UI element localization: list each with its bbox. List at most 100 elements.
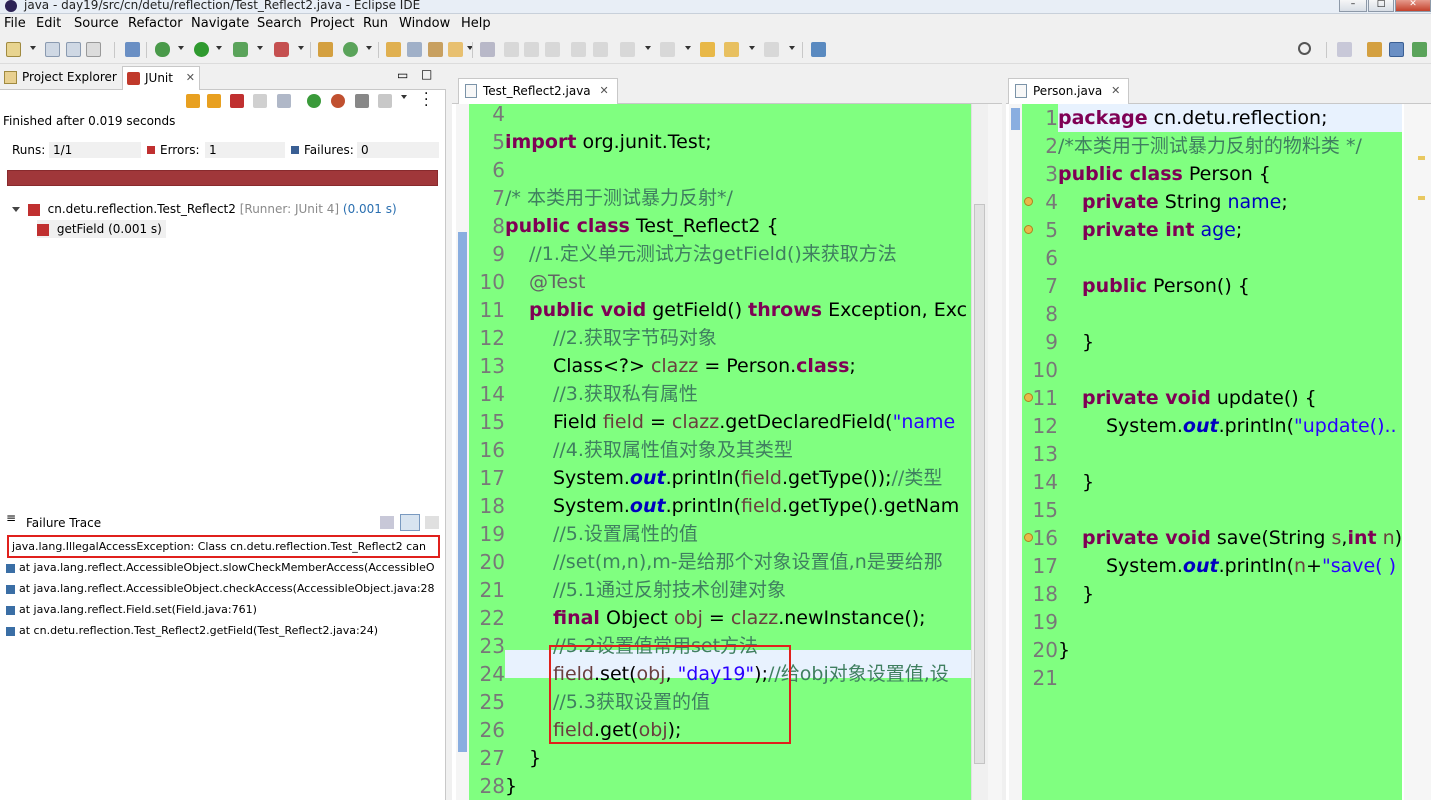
menu-refactor[interactable]: Refactor (128, 16, 183, 31)
test-error-icon (37, 223, 49, 236)
show-failures-only-icon[interactable] (230, 94, 244, 108)
next-failure-icon[interactable] (186, 94, 200, 108)
maximize-view-icon[interactable]: □ (421, 67, 432, 81)
rerun-test-icon[interactable] (307, 94, 321, 108)
new-java-class-icon[interactable] (343, 42, 358, 57)
new-java-project-icon[interactable] (318, 42, 333, 57)
filter-stack-icon[interactable] (400, 514, 420, 531)
forward-dropdown-icon[interactable] (789, 46, 795, 50)
next-annotation-dropdown-icon[interactable] (645, 46, 651, 50)
menu-search[interactable]: Search (257, 16, 302, 31)
annotation-icon[interactable] (448, 42, 463, 57)
menu-window[interactable]: Window (399, 16, 450, 31)
maximize-button[interactable]: □ (1368, 0, 1394, 12)
code-token: //2.获取字节码对象 (553, 327, 717, 349)
code-area[interactable]: package cn.detu.reflection; /*本类用于测试暴力反射的… (1058, 104, 1402, 800)
previous-failure-icon[interactable] (207, 94, 221, 108)
external-tools-dropdown-icon[interactable] (298, 46, 304, 50)
view-menu-icon[interactable]: · · · (424, 87, 428, 113)
trace-frame-row[interactable]: at cn.detu.reflection.Test_Reflect2.getF… (0, 620, 446, 641)
code-line: //4.获取属性值对象及其类型 (553, 436, 793, 464)
close-icon[interactable]: ✕ (186, 67, 195, 89)
back-icon[interactable] (724, 42, 739, 57)
new-icon[interactable] (6, 42, 21, 57)
menu-edit[interactable]: Edit (36, 16, 61, 31)
debug-icon[interactable] (155, 42, 170, 57)
run-icon[interactable] (194, 42, 209, 57)
trace-highlight-box (7, 535, 440, 558)
close-tab-icon[interactable]: ✕ (599, 79, 608, 103)
tab-person[interactable]: Person.java ✕ (1008, 78, 1130, 104)
menu-file[interactable]: File (4, 16, 26, 31)
editor-person: Person.java ✕ 1 2 3 4 5 6 7 8 9 10 11 12 13 14 15 16 17 1… (1006, 64, 1431, 800)
menu-help[interactable]: Help (461, 16, 491, 31)
search-icon[interactable] (1298, 42, 1311, 55)
java-perspective-icon[interactable] (1389, 42, 1404, 57)
minimize-view-icon[interactable]: ▭ (397, 68, 408, 82)
code-token: out (629, 467, 666, 489)
code-line: public class Test_Reflect2 { (505, 212, 779, 240)
search-toolbar-icon[interactable] (428, 42, 443, 57)
layout-icon[interactable] (277, 94, 291, 108)
trace-frame-row[interactable]: at java.lang.reflect.AccessibleObject.ch… (0, 578, 446, 599)
forward-icon[interactable] (764, 42, 779, 57)
history-icon[interactable] (378, 94, 392, 108)
toggle-block-icon[interactable] (504, 42, 519, 57)
tree-test-row[interactable]: getField (0.001 s) (37, 220, 166, 238)
java-ee-perspective-icon[interactable] (1367, 42, 1382, 57)
word-wrap-icon[interactable] (524, 42, 539, 57)
coverage-dropdown-icon[interactable] (257, 46, 263, 50)
trace-frame-row[interactable]: at java.lang.reflect.AccessibleObject.sl… (0, 557, 446, 578)
scrollbar-thumb[interactable] (974, 204, 985, 764)
history-dropdown-icon[interactable] (401, 95, 407, 99)
line-number: 13 (1032, 442, 1058, 466)
coverage-icon[interactable] (233, 42, 248, 57)
code-token: //类型 (891, 467, 943, 489)
back-dropdown-icon[interactable] (749, 46, 755, 50)
trace-frame-row[interactable]: at java.lang.reflect.Field.set(Field.jav… (0, 599, 446, 620)
code-token: field (602, 411, 644, 433)
menu-project[interactable]: Project (310, 16, 354, 31)
menu-navigate[interactable]: Navigate (191, 16, 249, 31)
next-annotation-icon[interactable] (620, 42, 635, 57)
stop-icon[interactable] (355, 94, 369, 108)
tab-project-explorer[interactable]: Project Explorer (0, 66, 120, 90)
prev-annotation-icon[interactable] (660, 42, 675, 57)
external-tools-icon[interactable] (274, 42, 289, 57)
close-tab-icon[interactable]: ✕ (1111, 79, 1120, 103)
debug-dropdown-icon[interactable] (178, 46, 184, 50)
minimize-button[interactable]: – (1339, 0, 1367, 12)
scroll-lock-icon[interactable] (253, 94, 267, 108)
show-whitespace-icon[interactable] (571, 42, 586, 57)
new-class-dropdown-icon[interactable] (366, 46, 372, 50)
tree-suite-row[interactable]: cn.detu.reflection.Test_Reflect2 [Runner… (12, 200, 397, 218)
pin-editor-icon[interactable] (811, 42, 826, 57)
code-line: //set(m,n),m-是给那个对象设置值,n是要给那 (553, 548, 943, 576)
line-number: 26 (479, 718, 505, 742)
close-window-button[interactable]: ✕ (1395, 0, 1431, 12)
collapse-icon[interactable] (12, 207, 20, 212)
save-icon[interactable] (45, 42, 60, 57)
run-dropdown-icon[interactable] (216, 46, 222, 50)
pilcrow-icon[interactable] (593, 42, 608, 57)
open-task-icon[interactable] (407, 42, 422, 57)
menu-run[interactable]: Run (363, 16, 388, 31)
whitespace-icon[interactable] (545, 42, 560, 57)
debug-perspective-icon[interactable] (1412, 42, 1427, 57)
open-type-icon[interactable] (386, 42, 401, 57)
tab-junit[interactable]: JUnit ✕ (122, 66, 200, 90)
code-token: private (1082, 191, 1159, 213)
menu-source[interactable]: Source (74, 16, 119, 31)
last-edit-icon[interactable] (700, 42, 715, 57)
open-perspective-icon[interactable] (1337, 42, 1352, 57)
print-icon[interactable] (86, 42, 101, 57)
skip-breakpoints-icon[interactable] (125, 42, 140, 57)
compare-result-icon[interactable] (380, 516, 394, 529)
prev-annotation-dropdown-icon[interactable] (685, 46, 691, 50)
copy-trace-icon[interactable] (425, 516, 439, 529)
vertical-scrollbar[interactable] (971, 104, 988, 800)
rerun-failures-icon[interactable] (331, 94, 345, 108)
new-dropdown-icon[interactable] (30, 46, 36, 50)
toggle-mark-icon[interactable] (480, 42, 495, 57)
save-all-icon[interactable] (66, 42, 81, 57)
